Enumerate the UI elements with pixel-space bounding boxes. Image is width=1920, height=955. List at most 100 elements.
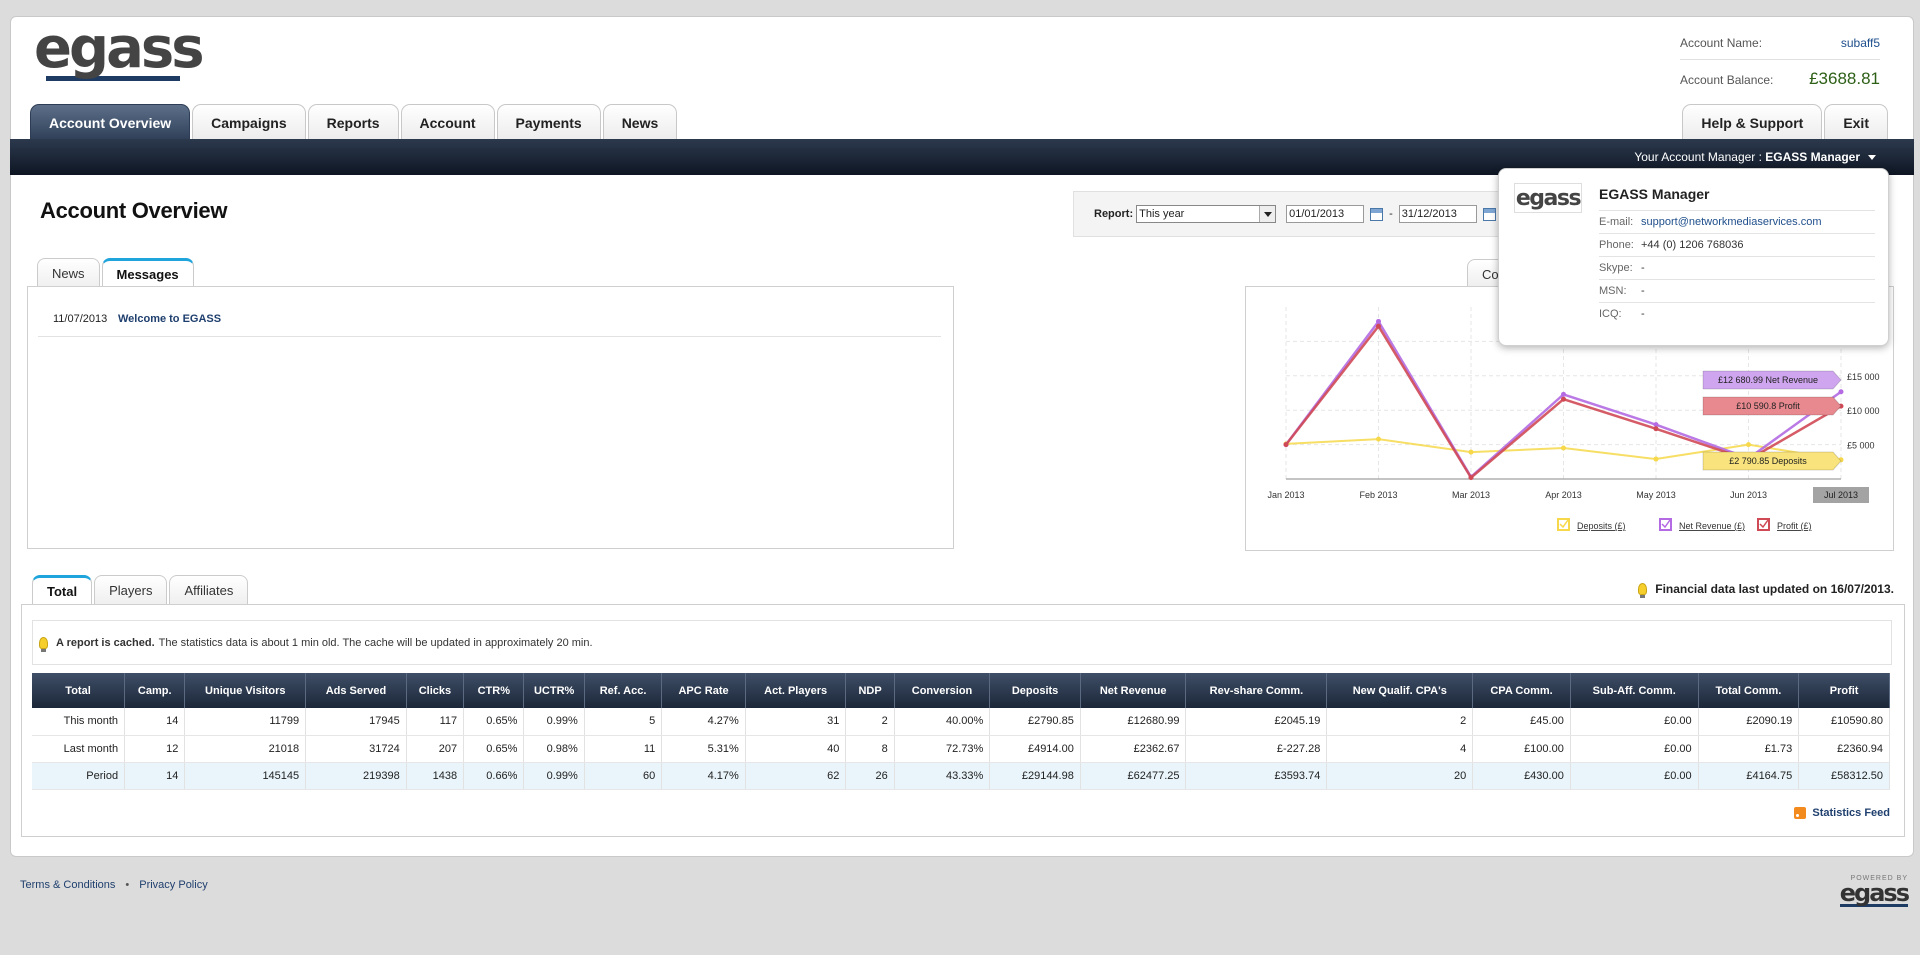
report-period-select[interactable]: This year [1136,205,1277,223]
data-point [1838,389,1844,395]
column-header: Sub-Aff. Comm. [1570,673,1699,708]
message-title[interactable]: Welcome to EGASS [118,313,221,336]
net-revenue-flag-label: £12 680.99 Net Revenue [1718,375,1818,385]
powered-logo-text: egass [1839,879,1910,907]
statistics-feed-link[interactable]: Statistics Feed [1794,807,1890,819]
account-balance-value: £3688.81 [1809,69,1880,88]
profit-flag-label: £10 590.8 Profit [1736,401,1800,411]
column-header: CTR% [463,673,525,708]
legend-label: Net Revenue (£) [1679,521,1745,531]
column-header: Ref. Acc. [584,673,663,708]
tab-exit[interactable]: Exit [1824,104,1888,140]
powered-by-logo: POWERED BY egass [1839,875,1910,907]
terms-link[interactable]: Terms & Conditions [20,879,115,891]
popup-manager-name: EGASS Manager [1599,186,1710,202]
legend-label: Deposits (£) [1577,521,1626,531]
column-header: Net Revenue [1080,673,1187,708]
table-cell: 72.73% [894,735,991,763]
date-to-input[interactable]: 31/12/2013 [1398,205,1477,223]
table-cell: £100.00 [1472,735,1571,763]
table-cell: £29144.98 [989,762,1081,790]
table-cell: £45.00 [1472,708,1571,736]
table-cell: 4.17% [661,762,746,790]
table-row: Last month 12 21018 31724 207 0.65% 0.98% 11 5.3… [32,735,1890,763]
column-header: Total [32,673,126,708]
dropdown-arrow-icon [1259,206,1276,222]
tab-affiliates[interactable]: Affiliates [169,575,249,604]
tab-campaigns[interactable]: Campaigns [192,104,306,140]
column-header: Unique Visitors [184,673,307,708]
column-header: Profit [1798,673,1890,708]
main-nav-tabs: Account Overview Campaigns Reports Accou… [30,104,679,140]
cache-notice-title: A report is cached. [56,636,155,649]
tab-account[interactable]: Account [400,104,495,140]
account-manager-toggle[interactable]: Your Account Manager : EGASS Manager [1634,150,1876,164]
table-cell: 17945 [305,708,407,736]
tab-account-overview[interactable]: Account Overview [30,104,191,140]
tab-messages[interactable]: Messages [101,258,194,288]
contact-phone-row: Phone: +44 (0) 1206 768036 [1599,233,1875,256]
tab-players[interactable]: Players [94,575,168,604]
deposits-flag-label: £2 790.85 Deposits [1729,456,1807,466]
table-cell: 2 [1326,708,1474,736]
x-tick-label: Jun 2013 [1730,490,1767,500]
column-header: CPA Comm. [1472,673,1571,708]
tab-news[interactable]: News [602,104,678,140]
table-cell: £2362.67 [1080,735,1187,763]
list-item[interactable]: 11/07/2013 Welcome to EGASS [38,313,941,337]
tab-reports[interactable]: Reports [307,104,399,140]
message-date: 11/07/2013 [53,313,108,325]
calendar-from-icon[interactable] [1370,207,1384,221]
account-balance-label: Account Balance: [1680,73,1774,87]
contact-email-row: E-mail: support@networkmediaservices.com [1599,210,1875,233]
tab-news-sub[interactable]: News [37,258,100,287]
messages-panel: 11/07/2013 Welcome to EGASS [27,286,954,549]
table-cell: Last month [32,735,126,763]
tab-payments[interactable]: Payments [496,104,601,140]
table-cell: 145145 [184,762,307,790]
table-cell: 11 [584,735,663,763]
table-cell: 11799 [184,708,307,736]
table-cell: 4 [1326,735,1474,763]
stats-table: Total Camp. Unique Visitors Ads Served Click… [32,673,1890,790]
x-tick-label: Feb 2013 [1359,490,1397,500]
table-cell: £2790.85 [989,708,1081,736]
column-header: Ads Served [305,673,407,708]
contact-msn-row: MSN: - [1599,279,1875,302]
table-cell: This month [32,708,126,736]
tab-total[interactable]: Total [32,575,93,605]
x-tick-label: Mar 2013 [1452,490,1490,500]
egass-logo[interactable]: egass [34,20,205,81]
date-separator: - [1389,208,1393,220]
account-name-label: Account Name: [1680,36,1763,50]
x-tick-label: Jul 2013 [1824,490,1858,500]
table-cell: 5 [584,708,663,736]
table-cell: £2045.19 [1185,708,1328,736]
report-selected-value: This year [1139,208,1185,220]
financial-updated-note: Financial data last updated on 16/07/201… [1638,582,1894,598]
column-header: Total Comm. [1698,673,1800,708]
table-cell: 14 [124,762,186,790]
table-cell: £4164.75 [1698,762,1800,790]
account-name-value[interactable]: subaff5 [1841,36,1880,50]
table-cell: £1.73 [1698,735,1800,763]
table-cell: 40 [745,735,847,763]
data-point [1376,318,1381,324]
stats-tabs: Total Players Affiliates [32,575,250,605]
table-cell: 4.27% [661,708,746,736]
column-header: NDP [845,673,895,708]
table-cell: 26 [845,762,895,790]
column-header: New Qualif. CPA's [1326,673,1474,708]
table-cell: 0.98% [523,735,585,763]
table-cell: £62477.25 [1080,762,1187,790]
tab-help-support[interactable]: Help & Support [1682,104,1823,140]
table-cell: 0.65% [463,708,525,736]
privacy-link[interactable]: Privacy Policy [139,879,207,891]
date-from-input[interactable]: 01/01/2013 [1286,205,1365,223]
y-tick-label: £5 000 [1847,441,1875,451]
calendar-to-icon[interactable] [1482,207,1496,221]
table-cell: 207 [406,735,465,763]
column-header: Conversion [894,673,991,708]
column-header: APC Rate [661,673,746,708]
contact-email-link[interactable]: support@networkmediaservices.com [1641,216,1822,228]
